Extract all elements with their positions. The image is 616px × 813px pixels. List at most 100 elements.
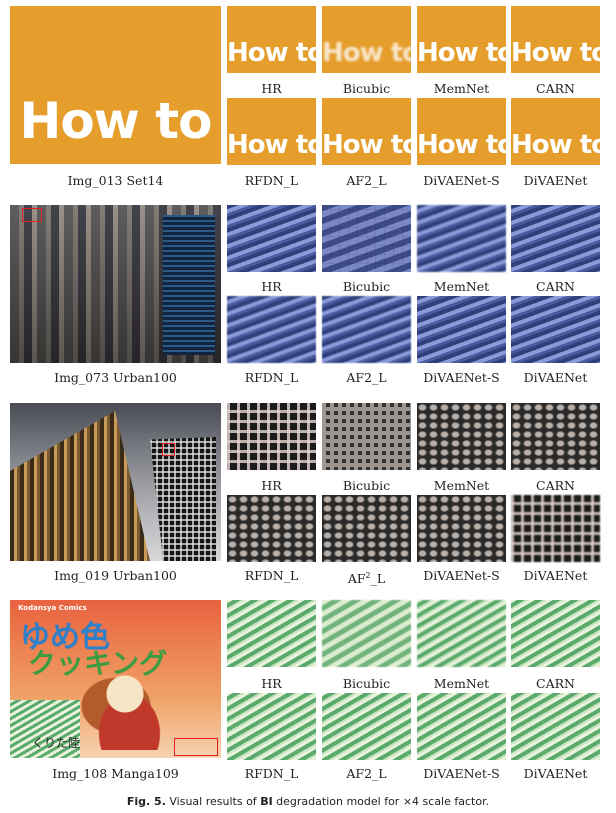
cover-figure [80, 670, 170, 750]
patch-divaenet [511, 495, 600, 562]
patch-memnet [417, 600, 506, 667]
row-img013: How to How to How to How to How to HR Bi… [0, 6, 616, 191]
zoom-box [174, 738, 218, 756]
label-bicubic: Bicubic [342, 478, 391, 493]
label-af2: AF2_L [346, 173, 387, 188]
label-carn: CARN [536, 676, 575, 691]
label-rfdn: RFDN_L [244, 370, 299, 385]
caption-bold: BI [260, 795, 273, 808]
patch-carn: How to [511, 6, 600, 73]
patch-hr: How to [227, 6, 316, 73]
label-rfdn: RFDN_L [244, 173, 299, 188]
main-label: Img_073 Urban100 [54, 370, 177, 385]
gold-tower [10, 411, 150, 561]
patch-hr [227, 600, 316, 667]
label-divaenet-s: DiVAENet-S [423, 568, 500, 583]
cover-logo: Kodansya Comics [18, 604, 87, 612]
patch-divaenet-s [417, 693, 506, 760]
main-label: Img_019 Urban100 [54, 568, 177, 583]
label-af: AF [347, 571, 366, 587]
patch-memnet [417, 403, 506, 470]
patch-text: How to [322, 38, 411, 68]
patch-text: How to [511, 38, 600, 68]
label-memnet: MemNet [433, 676, 490, 691]
howto-text: How to [19, 92, 212, 150]
label-bicubic: Bicubic [342, 81, 391, 96]
patch-text: How to [227, 38, 316, 68]
patch-rfdn [227, 693, 316, 760]
label-carn: CARN [536, 81, 575, 96]
main-image-img073 [10, 205, 221, 363]
patch-divaenet-s [417, 495, 506, 562]
label-memnet: MemNet [433, 279, 490, 294]
label-divaenet-s: DiVAENet-S [423, 173, 500, 188]
label-rfdn: RFDN_L [244, 766, 299, 781]
patch-rfdn [227, 296, 316, 363]
row-img073: HR Bicubic MemNet CARN Img_073 Urban100 … [0, 205, 616, 390]
patch-divaenet [511, 296, 600, 363]
patch-divaenet-s [417, 296, 506, 363]
label-divaenet: DiVAENet [523, 568, 588, 583]
label-divaenet: DiVAENet [523, 173, 588, 188]
row-img108: Kodansya Comics ゆめ色 クッキング くりた陸 HR Bicubi… [0, 600, 616, 785]
main-image-img013: How to [10, 6, 221, 164]
zoom-box [22, 208, 42, 222]
zoom-box [162, 443, 175, 456]
patch-text: How to [417, 38, 506, 68]
patch-bicubic [322, 403, 411, 470]
label-rfdn: RFDN_L [244, 568, 299, 583]
label-af-tail: _L [370, 571, 386, 587]
patch-bicubic [322, 205, 411, 272]
label-af2: AF2_L [346, 766, 387, 781]
label-hr: HR [261, 676, 282, 691]
figure-caption: Fig. 5. Visual results of BI degradation… [0, 795, 616, 808]
patch-carn [511, 403, 600, 470]
label-hr: HR [261, 81, 282, 96]
label-memnet: MemNet [433, 478, 490, 493]
main-image-img019 [10, 403, 221, 561]
patch-text: How to [227, 130, 316, 160]
patch-bicubic: How to [322, 6, 411, 73]
patch-rfdn [227, 495, 316, 562]
label-divaenet: DiVAENet [523, 370, 588, 385]
caption-pre: Visual results of [169, 795, 257, 808]
label-carn: CARN [536, 478, 575, 493]
patch-carn [511, 205, 600, 272]
label-divaenet-s: DiVAENet-S [423, 370, 500, 385]
row-img019: HR Bicubic MemNet CARN Img_019 Urban100 … [0, 403, 616, 588]
patch-memnet: How to [417, 6, 506, 73]
label-carn: CARN [536, 279, 575, 294]
patch-carn [511, 600, 600, 667]
patch-af2 [322, 296, 411, 363]
dark-tower [150, 437, 216, 561]
patch-hr [227, 403, 316, 470]
label-memnet: MemNet [433, 81, 490, 96]
label-af2: AF2_L [322, 569, 411, 586]
cover-author: くりた陸 [32, 736, 81, 750]
patch-af2: How to [322, 98, 411, 165]
caption-post: degradation model for ×4 scale factor. [276, 795, 490, 808]
patch-divaenet: How to [511, 98, 600, 165]
label-bicubic: Bicubic [342, 279, 391, 294]
label-divaenet: DiVAENet [523, 766, 588, 781]
main-label: Img_013 Set14 [67, 173, 164, 188]
label-af2: AF2_L [346, 370, 387, 385]
patch-divaenet [511, 693, 600, 760]
label-hr: HR [261, 478, 282, 493]
caption-label: Fig. 5. [126, 795, 166, 808]
patch-bicubic [322, 600, 411, 667]
patch-text: How to [322, 130, 411, 160]
patch-text: How to [417, 130, 506, 160]
patch-text: How to [511, 130, 600, 160]
patch-hr [227, 205, 316, 272]
main-image-img108: Kodansya Comics ゆめ色 クッキング くりた陸 [10, 600, 221, 758]
label-bicubic: Bicubic [342, 676, 391, 691]
main-label: Img_108 Manga109 [52, 766, 179, 781]
tower [163, 215, 215, 355]
label-divaenet-s: DiVAENet-S [423, 766, 500, 781]
patch-rfdn: How to [227, 98, 316, 165]
patch-divaenet-s: How to [417, 98, 506, 165]
label-hr: HR [261, 279, 282, 294]
patch-af2 [322, 495, 411, 562]
patch-af2 [322, 693, 411, 760]
